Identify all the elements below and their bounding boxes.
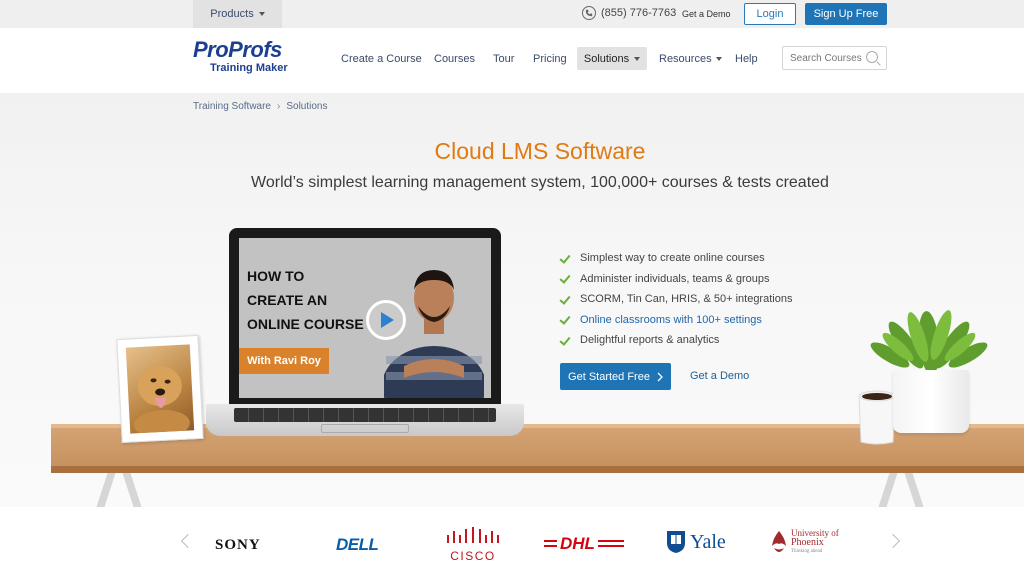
desk-edge — [51, 466, 1024, 473]
breadcrumb: Training Software › Solutions — [193, 101, 327, 112]
chevron-down-icon — [715, 57, 722, 61]
breadcrumb-training-software[interactable]: Training Software — [193, 101, 271, 112]
feature-text: Simplest way to create online courses — [580, 252, 765, 265]
phoenix-bird-icon — [772, 530, 786, 552]
login-button[interactable]: Login — [744, 3, 796, 25]
laptop-trackpad — [321, 424, 409, 433]
nav-courses[interactable]: Courses — [434, 53, 475, 65]
feature-list: Simplest way to create online courses Ad… — [560, 248, 792, 351]
products-label: Products — [210, 8, 254, 20]
yale-shield-icon — [667, 531, 685, 553]
get-demo-link[interactable]: Get a Demo — [690, 370, 749, 382]
get-started-label: Get Started Free — [568, 370, 650, 383]
feature-text: SCORM, Tin Can, HRIS, & 50+ integrations — [580, 293, 793, 306]
feature-item: SCORM, Tin Can, HRIS, & 50+ integrations — [560, 289, 792, 310]
photo-frame — [116, 334, 204, 444]
phone-icon — [582, 6, 596, 20]
phoenix-tagline: Thinking ahead — [791, 549, 823, 554]
breadcrumb-solutions[interactable]: Solutions — [286, 101, 327, 112]
yale-logo-text: Yale — [690, 530, 726, 553]
search-icon[interactable] — [866, 51, 878, 63]
top-bar: Products (855) 776-7763 Get a Demo Login… — [0, 0, 1024, 28]
check-icon — [560, 273, 571, 284]
play-icon — [381, 312, 394, 328]
phoenix-logo-text: University of Phoenix Thinking ahead — [791, 529, 839, 556]
nav-solutions-label: Solutions — [583, 52, 630, 65]
phoenix-line2: Phoenix — [791, 537, 824, 548]
dog-photo — [125, 344, 195, 434]
products-dropdown[interactable]: Products — [193, 0, 282, 28]
proprofs-logo[interactable]: ProProfs Training Maker — [193, 39, 297, 79]
hero-section: Training Software › Solutions Cloud LMS … — [0, 93, 1024, 507]
nav-solutions[interactable]: Solutions — [577, 47, 647, 70]
chevron-right-icon[interactable] — [885, 533, 901, 549]
desk-leg — [96, 473, 116, 507]
page-subtitle: World’s simplest learning management sys… — [251, 174, 829, 191]
get-started-button[interactable]: Get Started Free — [560, 363, 671, 390]
cisco-logo: CISCO — [445, 527, 501, 563]
nav-pricing[interactable]: Pricing — [533, 53, 567, 65]
nav-help[interactable]: Help — [735, 53, 758, 65]
phoenix-logo: University of Phoenix Thinking ahead — [770, 529, 839, 556]
breadcrumb-separator: › — [277, 101, 281, 112]
feature-text: Administer individuals, teams & groups — [580, 272, 770, 285]
logo-sub-text: Training Maker — [210, 62, 288, 74]
desk-leg — [904, 473, 924, 507]
feature-item: Simplest way to create online courses — [560, 248, 792, 269]
desk-leg — [878, 473, 898, 507]
dell-logo: DELL — [336, 535, 379, 554]
nav-resources[interactable]: Resources — [659, 53, 722, 65]
video-course-title: HOW TO CREATE AN ONLINE COURSE — [247, 268, 364, 332]
signup-button[interactable]: Sign Up Free — [805, 3, 887, 25]
phone-contact[interactable]: (855) 776-7763 — [582, 6, 676, 20]
check-icon — [560, 294, 571, 305]
laptop-screen: HOW TO CREATE AN ONLINE COURSE With Ravi… — [229, 228, 501, 411]
chevron-left-icon[interactable] — [180, 533, 196, 549]
presenter-tag: With Ravi Roy — [239, 348, 329, 374]
plant-pot — [893, 370, 969, 433]
sony-logo: SONY — [215, 537, 261, 553]
dhl-logo-text: DHL — [557, 535, 598, 552]
course-video[interactable]: HOW TO CREATE AN ONLINE COURSE With Ravi… — [239, 238, 491, 398]
feature-item-link[interactable]: Online classrooms with 100+ settings — [560, 310, 792, 331]
laptop-base — [206, 404, 524, 436]
laptop-keyboard — [234, 408, 496, 422]
client-logos: SONY DELL CISCO DHL Yale University of P… — [0, 507, 1024, 581]
desk-leg — [122, 473, 142, 507]
cisco-logo-text: CISCO — [450, 549, 496, 563]
main-header: ProProfs Training Maker Create a Course … — [0, 28, 1024, 93]
feature-text: Delightful reports & analytics — [580, 334, 720, 347]
check-icon — [560, 314, 571, 325]
topbar-get-demo-link[interactable]: Get a Demo — [682, 9, 731, 19]
feature-item: Delightful reports & analytics — [560, 330, 792, 351]
chevron-down-icon — [634, 56, 641, 61]
check-icon — [560, 253, 571, 264]
chevron-down-icon — [258, 12, 265, 16]
search-input[interactable] — [783, 47, 863, 69]
play-button[interactable] — [366, 300, 406, 340]
page-title: Cloud LMS Software — [434, 138, 646, 164]
search-box — [782, 46, 887, 70]
feature-item: Administer individuals, teams & groups — [560, 269, 792, 290]
dhl-logo: DHL — [544, 535, 624, 555]
feature-text: Online classrooms with 100+ settings — [580, 313, 762, 326]
yale-logo: Yale — [666, 530, 726, 554]
nav-create-course[interactable]: Create a Course — [341, 53, 422, 65]
nav-resources-label: Resources — [659, 53, 712, 65]
chevron-right-icon — [657, 372, 663, 381]
logo-main-text: ProProfs — [193, 37, 282, 62]
nav-tour[interactable]: Tour — [493, 53, 514, 65]
check-icon — [560, 335, 571, 346]
phone-number: (855) 776-7763 — [601, 7, 677, 19]
cisco-bars-icon — [447, 527, 499, 543]
plant-image — [870, 310, 988, 375]
